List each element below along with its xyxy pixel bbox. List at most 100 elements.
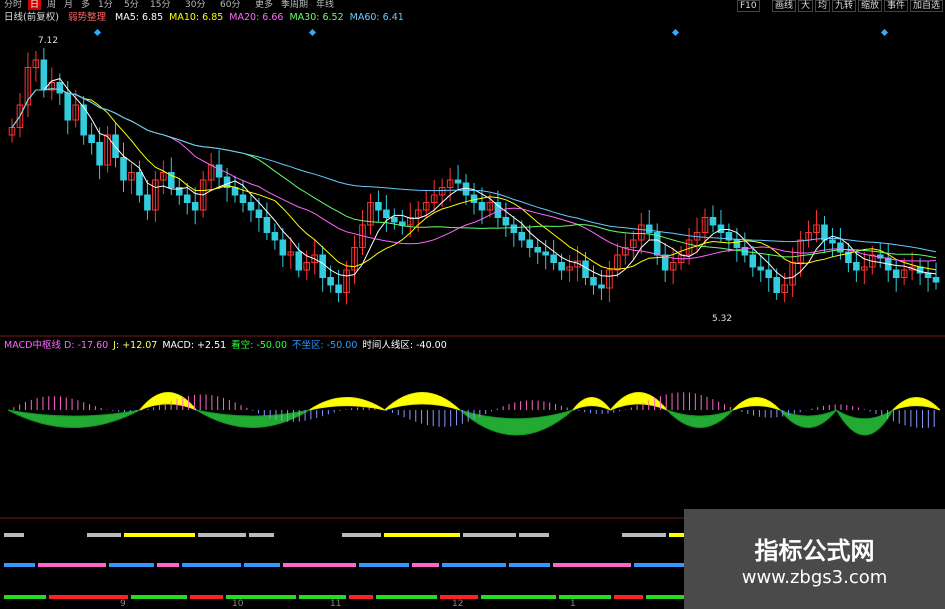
signal-strip-segment: [283, 563, 356, 567]
candle: [829, 239, 836, 244]
high-price-label: 7.12: [38, 36, 59, 46]
candle: [215, 164, 223, 178]
signal-strip-segment: [553, 563, 631, 567]
signal-strip-segment: [384, 533, 460, 537]
x-axis-tick-label: 9: [120, 599, 126, 609]
candle: [757, 266, 765, 271]
candle: [645, 224, 653, 233]
candle: [120, 157, 127, 181]
candle: [837, 242, 844, 253]
macd-bull-ribbon: [572, 397, 611, 411]
signal-strip-segment: [463, 533, 516, 537]
signal-strip-segment: [157, 563, 179, 567]
signal-strip-segment: [442, 563, 506, 567]
signal-strip-segment: [509, 563, 550, 567]
candle: [183, 194, 191, 203]
watermark: 指标公式网 www.zbgs3.com: [684, 509, 945, 609]
candle: [319, 254, 326, 278]
candle: [295, 251, 303, 271]
candle: [96, 142, 103, 166]
signal-strip-segment: [349, 595, 373, 599]
macd-bull-ribbon: [732, 397, 781, 411]
macd-legend-item: 不坐区: -50.00: [292, 340, 358, 351]
candle: [231, 187, 239, 196]
candle: [271, 232, 279, 241]
macd-bear-ribbon: [196, 409, 310, 428]
candle: [255, 209, 263, 218]
signal-strip-segment: [182, 563, 241, 567]
signal-strip-segment: [124, 533, 195, 537]
candle: [383, 209, 390, 218]
candle: [749, 254, 757, 268]
macd-legend-item: MACD中枢线 D: -17.60: [4, 340, 109, 351]
ma-line: [11, 88, 937, 262]
x-axis-tick-label: 11: [330, 599, 341, 609]
ma-line: [11, 88, 937, 259]
x-axis-tick-label: 1: [570, 599, 576, 609]
signal-strip-segment: [190, 595, 223, 599]
candle: [526, 239, 534, 248]
candle: [590, 277, 597, 286]
candle: [518, 232, 526, 241]
signal-strip-segment: [249, 533, 274, 537]
candle: [391, 217, 398, 223]
candle: [494, 202, 502, 218]
candle: [40, 59, 48, 91]
candle: [598, 284, 605, 289]
signal-strip-segment: [622, 533, 666, 537]
candle: [144, 194, 151, 211]
candle: [279, 239, 287, 256]
signal-strip-segment: [646, 595, 684, 599]
signal-strip-segment: [412, 563, 439, 567]
candle: [510, 224, 518, 233]
candle: [558, 262, 565, 271]
candle: [399, 221, 406, 226]
candle: [542, 251, 549, 256]
candle: [932, 277, 940, 283]
candle: [136, 172, 143, 196]
signal-strip-segment: [634, 563, 684, 567]
signal-strip-segment: [342, 533, 381, 537]
candle: [375, 202, 382, 211]
candle: [478, 202, 486, 211]
signal-strip-segment: [614, 595, 643, 599]
macd-bear-ribbon: [7, 409, 141, 428]
candle: [717, 224, 725, 233]
signal-strip-segment: [552, 533, 619, 537]
signal-strip-segment: [4, 563, 35, 567]
macd-bull-ribbon: [892, 397, 941, 411]
macd-bull-ribbon: [139, 392, 197, 411]
signal-strip-segment: [277, 533, 339, 537]
macd-legend-item: 时间人线区: -40.00: [362, 340, 447, 351]
candle: [470, 194, 478, 203]
signal-strip-segment: [87, 533, 121, 537]
candle: [191, 202, 199, 211]
signal-strip-segment: [519, 533, 549, 537]
candle: [56, 82, 64, 94]
macd-bear-ribbon: [459, 409, 574, 436]
candle: [709, 217, 717, 226]
watermark-url: www.zbgs3.com: [741, 567, 888, 588]
macd-legend: MACD中枢线 D: -17.60 J: +12.07 MACD: +2.51 看空:…: [4, 340, 452, 352]
signal-strip-segment: [559, 595, 611, 599]
signal-strip-segment: [131, 595, 187, 599]
candle: [64, 92, 72, 121]
candle: [335, 284, 342, 293]
candle: [247, 202, 255, 211]
candle: [454, 179, 462, 184]
ma-line: [11, 88, 937, 253]
candle: [462, 182, 470, 196]
candle: [853, 262, 860, 271]
signal-strip-segment: [49, 595, 128, 599]
macd-bull-ribbon: [610, 392, 668, 411]
signal-strip-segment: [4, 533, 24, 537]
candle: [327, 277, 334, 286]
candle: [733, 239, 741, 248]
signal-strip-segment: [669, 533, 684, 537]
signal-strip-segment: [27, 533, 84, 537]
signal-strip-segment: [359, 563, 409, 567]
signal-strip-segment: [481, 595, 556, 599]
macd-bear-ribbon: [666, 409, 734, 428]
candle: [550, 254, 557, 263]
candle: [821, 224, 828, 241]
